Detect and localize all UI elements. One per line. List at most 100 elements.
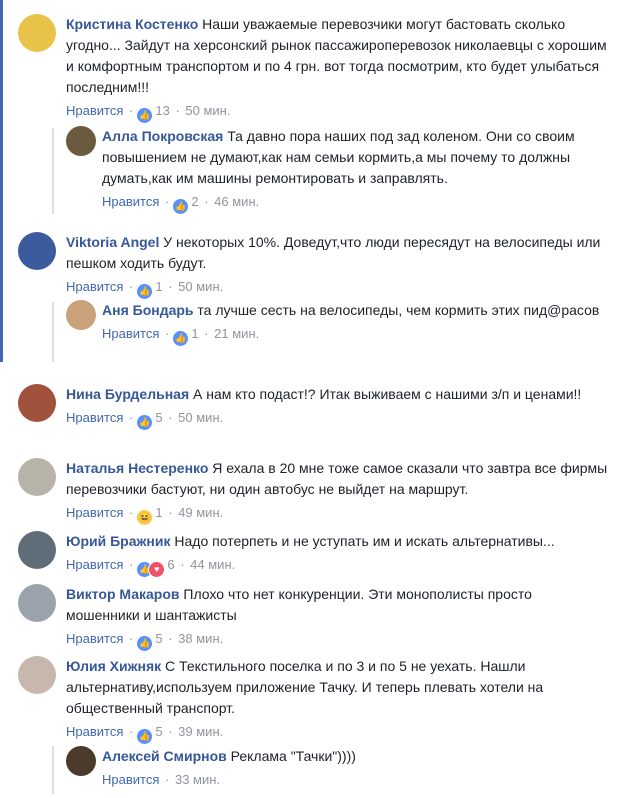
separator-dot: · [168,410,173,425]
haha-icon[interactable]: 😆 [137,510,153,525]
like-button[interactable]: Нравится [66,410,123,425]
comment-time[interactable]: 46 мин. [214,194,259,209]
avatar-image [18,584,56,622]
comment-author[interactable]: Алексей Смирнов [102,748,227,764]
thread-selection-bar [0,0,3,362]
comment-author[interactable]: Алла Покровская [102,128,223,144]
avatar[interactable] [66,746,96,776]
avatar[interactable] [18,458,56,496]
thumbs-up-icon[interactable]: 👍 [137,108,153,123]
thumbs-up-icon[interactable]: 👍 [173,199,189,214]
avatar[interactable] [18,531,56,569]
separator-dot: · [180,557,185,572]
separator-dot: · [129,631,134,646]
comment-time[interactable]: 21 мин. [214,326,259,341]
separator-dot: · [204,326,209,341]
reaction-count[interactable]: 1 [155,279,162,294]
separator-dot: · [168,631,173,646]
comment-text: Нина Бурдельная А нам кто подаст!? Итак … [66,384,608,405]
reply-thread-line [52,302,54,362]
comment-text: Алла Покровская Та давно пора наших под … [102,126,606,189]
avatar-image [18,531,56,569]
reaction-count[interactable]: 5 [155,724,162,739]
avatar[interactable] [66,126,96,156]
like-button[interactable]: Нравится [102,194,159,209]
like-button[interactable]: Нравится [66,279,123,294]
like-button[interactable]: Нравится [66,724,123,739]
thumbs-up-icon[interactable]: 👍 [137,284,153,299]
comment-meta: Нравится · 👍 2 · 46 мин. [102,193,606,214]
like-button[interactable]: Нравится [102,326,159,341]
separator-dot: · [129,724,134,739]
reaction-count[interactable]: 6 [167,557,174,572]
comment-meta: Нравится · 👍 5 · 39 мин. [66,723,608,744]
separator-dot: · [129,505,134,520]
comment-meta: Нравится · 👍 5 · 50 мин. [66,409,608,430]
comment-time[interactable]: 49 мин. [178,505,223,520]
avatar-image [18,14,56,52]
comment-meta: Нравится · 👍 5 · 38 мин. [66,630,608,651]
comment-author[interactable]: Наталья Нестеренко [66,460,208,476]
comment-meta: Нравится · 👍 13 · 50 мин. [66,102,608,123]
avatar[interactable] [18,384,56,422]
separator-dot: · [168,505,173,520]
avatar[interactable] [18,232,56,270]
thumbs-up-icon[interactable]: 👍 [137,729,153,744]
avatar-image [18,232,56,270]
reaction-count[interactable]: 1 [191,326,198,341]
thumbs-up-icon[interactable]: 👍 [137,636,153,651]
comment-time[interactable]: 50 мин. [178,279,223,294]
avatar-image [66,126,96,156]
comment-body: та лучше сесть на велосипеды, чем кормит… [197,302,600,318]
heart-icon[interactable]: ♥ [149,562,165,577]
avatar[interactable] [18,656,56,694]
like-button[interactable]: Нравится [102,772,159,787]
avatar[interactable] [18,14,56,52]
comment-time[interactable]: 44 мин. [190,557,235,572]
comment-author[interactable]: Кристина Костенко [66,16,198,32]
comment-time[interactable]: 38 мин. [178,631,223,646]
avatar-image [66,746,96,776]
comment-author[interactable]: Нина Бурдельная [66,386,189,402]
like-button[interactable]: Нравится [66,103,123,118]
like-button[interactable]: Нравится [66,631,123,646]
comment-text: Аня Бондарь та лучше сесть на велосипеды… [102,300,606,321]
separator-dot: · [168,279,173,294]
comment-body: А нам кто подаст!? Итак выживаем с нашим… [193,386,582,402]
comment-text: Алексей Смирнов Реклама "Тачки")))) [102,746,606,767]
comment-time[interactable]: 50 мин. [185,103,230,118]
comment-author[interactable]: Виктор Макаров [66,586,180,602]
reaction-count[interactable]: 5 [155,631,162,646]
comment-text: Viktoria Angel У некоторых 10%. Доведут,… [66,232,608,274]
separator-dot: · [129,279,134,294]
comment-meta: Нравится · 👍 ♥ 6 · 44 мин. [66,556,608,577]
thumbs-up-icon[interactable]: 👍 [173,331,189,346]
avatar-image [66,300,96,330]
reaction-count[interactable]: 1 [155,505,162,520]
separator-dot: · [165,194,170,209]
avatar[interactable] [18,584,56,622]
separator-dot: · [129,410,134,425]
comment-time[interactable]: 33 мин. [175,772,220,787]
comment-time[interactable]: 39 мин. [178,724,223,739]
comment-text: Виктор Макаров Плохо что нет конкуренции… [66,584,608,626]
comment-text: Наталья Нестеренко Я ехала в 20 мне тоже… [66,458,608,500]
comment-text: Юрий Бражник Надо потерпеть и не уступат… [66,531,608,552]
reaction-count[interactable]: 5 [155,410,162,425]
separator-dot: · [129,103,134,118]
avatar-image [18,384,56,422]
comment-time[interactable]: 50 мин. [178,410,223,425]
comment-body: Надо потерпеть и не уступать им и искать… [174,533,555,549]
avatar[interactable] [66,300,96,330]
like-button[interactable]: Нравится [66,505,123,520]
comment-author[interactable]: Юлия Хижняк [66,658,161,674]
comment-author[interactable]: Viktoria Angel [66,234,159,250]
avatar-image [18,656,56,694]
like-button[interactable]: Нравится [66,557,123,572]
reaction-count[interactable]: 13 [155,103,169,118]
separator-dot: · [165,772,170,787]
thumbs-up-icon[interactable]: 👍 [137,415,153,430]
comment-author[interactable]: Аня Бондарь [102,302,194,318]
comment-author[interactable]: Юрий Бражник [66,533,171,549]
reaction-count[interactable]: 2 [191,194,198,209]
